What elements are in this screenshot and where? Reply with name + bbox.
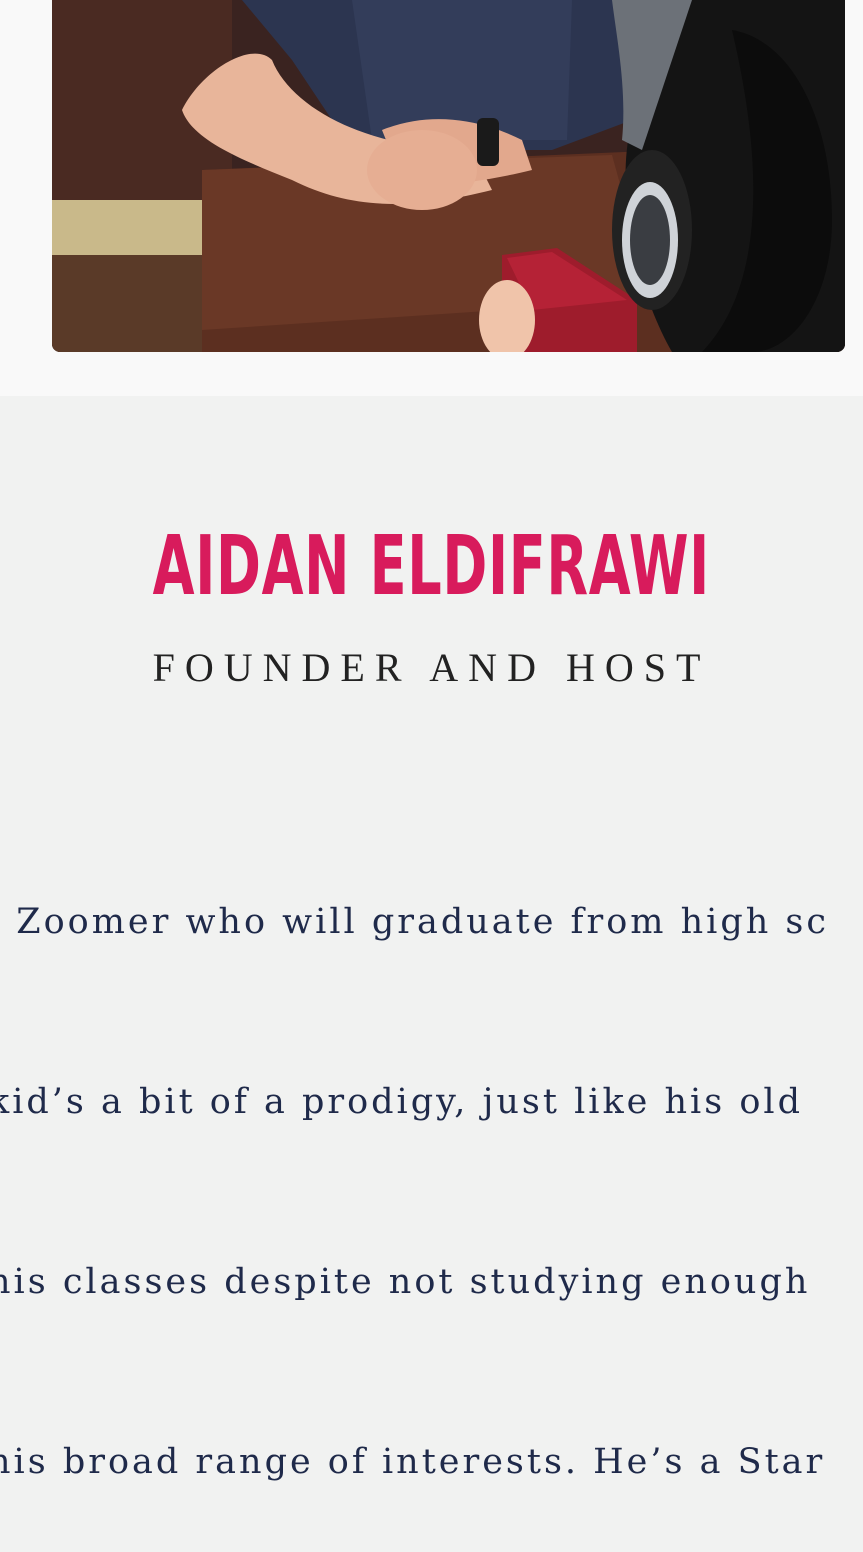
bio-line: kid’s a bit of a prodigy, just like his …: [0, 1082, 804, 1122]
host-bio: . Zoomer who will graduate from high sc …: [0, 772, 863, 1552]
bio-line: . Zoomer who will graduate from high sc: [0, 902, 829, 942]
host-photo: [52, 0, 845, 352]
bio-line: his broad range of interests. He’s a Sta…: [0, 1442, 826, 1482]
photo-section: [0, 0, 863, 396]
bio-line: his classes despite not studying enough: [0, 1262, 811, 1302]
host-name: AIDAN ELDIFRAWI: [152, 519, 710, 614]
host-role: FOUNDER AND HOST: [152, 645, 711, 690]
